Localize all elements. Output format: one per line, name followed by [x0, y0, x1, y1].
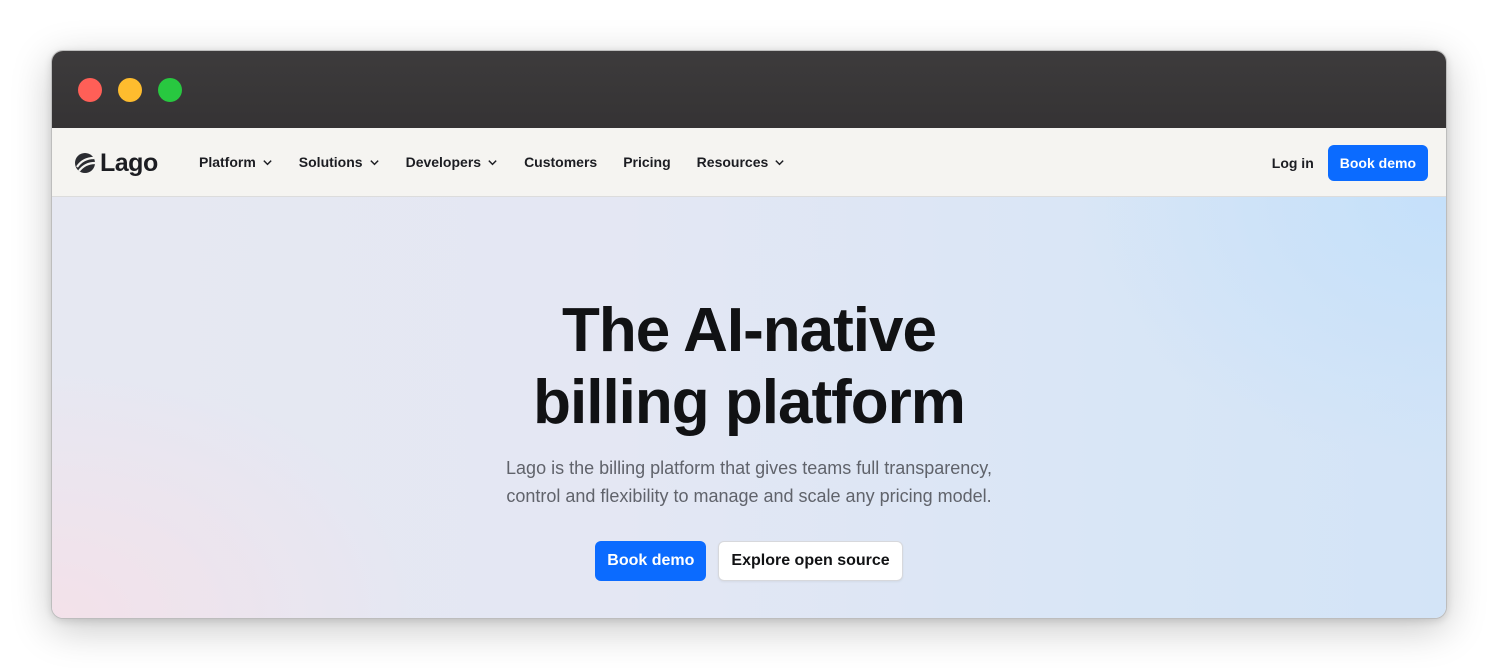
hero-book-demo-button[interactable]: Book demo [595, 541, 707, 581]
site-navbar: Lago Platform Solutions Developers Custo… [52, 128, 1446, 197]
nav-item-pricing[interactable]: Pricing [623, 154, 670, 170]
primary-nav: Platform Solutions Developers Customers … [199, 128, 785, 196]
minimize-window-button[interactable] [118, 78, 142, 102]
nav-book-demo-button[interactable]: Book demo [1327, 145, 1428, 181]
nav-item-platform[interactable]: Platform [199, 154, 273, 170]
nav-item-label: Platform [199, 154, 256, 170]
logo-wordmark: Lago [100, 148, 158, 177]
hero-subtitle-line: Lago is the billing platform that gives … [506, 458, 992, 478]
zoom-window-button[interactable] [158, 78, 182, 102]
hero-title: The AI-native billing platform [52, 295, 1446, 439]
chevron-down-icon [775, 159, 784, 165]
nav-item-label: Customers [524, 154, 598, 170]
chevron-down-icon [369, 159, 379, 165]
nav-item-label: Solutions [298, 154, 363, 170]
browser-window: Lago Platform Solutions Developers Custo… [51, 50, 1447, 619]
nav-item-label: Pricing [623, 154, 671, 170]
chevron-down-icon [263, 159, 272, 165]
hero-title-line: The AI-native [562, 296, 937, 365]
hero-subtitle-line: control and flexibility to manage and sc… [506, 486, 992, 506]
nav-item-resources[interactable]: Resources [697, 154, 786, 170]
window-titlebar [52, 51, 1446, 128]
explore-open-source-button[interactable]: Explore open source [718, 541, 903, 581]
chevron-down-icon [488, 159, 497, 165]
nav-item-customers[interactable]: Customers [524, 154, 597, 170]
lago-logo-icon [75, 153, 96, 173]
nav-actions: Log in Book demo [1272, 145, 1428, 181]
nav-item-label: Developers [405, 154, 482, 170]
hero-title-line: billing platform [533, 368, 966, 437]
nav-item-solutions[interactable]: Solutions [299, 154, 380, 170]
nav-item-developers[interactable]: Developers [406, 154, 498, 170]
hero-section: The AI-native billing platform Lago is t… [52, 197, 1446, 618]
lago-logo[interactable]: Lago [74, 148, 158, 178]
close-window-button[interactable] [78, 78, 102, 102]
login-link[interactable]: Log in [1272, 155, 1314, 171]
hero-cta-group: Book demo Explore open source [52, 541, 1446, 581]
stage: Lago Platform Solutions Developers Custo… [0, 0, 1496, 668]
nav-item-label: Resources [696, 154, 769, 170]
hero-subtitle: Lago is the billing platform that gives … [52, 454, 1446, 510]
